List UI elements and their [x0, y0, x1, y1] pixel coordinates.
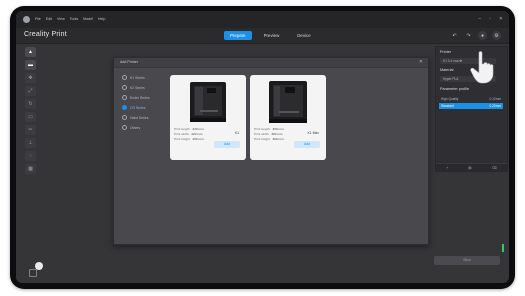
dialog-close-icon[interactable]: ✕: [419, 59, 423, 65]
series-item[interactable]: Halot Series: [122, 115, 150, 120]
menu-tools[interactable]: Tools: [70, 16, 78, 23]
printer-image: [269, 81, 307, 123]
window-controls: – ▫ ✕: [478, 15, 503, 23]
main-toolbar: Creality Print Prepare Preview Device ↶ …: [16, 28, 509, 44]
series-item[interactable]: K1 Series: [122, 75, 150, 80]
panel-footer: + ▤ ⌫: [436, 163, 507, 171]
radio-icon: [122, 75, 127, 80]
dialog-header: Add Printer ✕: [114, 58, 428, 68]
delete-icon[interactable]: ⌫: [492, 166, 497, 170]
cut-icon[interactable]: ✂: [25, 125, 36, 135]
profile-row[interactable]: Standard 0.20mm: [439, 103, 503, 109]
undo-icon[interactable]: ↶: [450, 31, 459, 40]
series-label: CR Series: [130, 105, 146, 110]
minimize-icon[interactable]: –: [478, 15, 481, 23]
printer-section-header: Printer: [440, 50, 452, 54]
measure-icon[interactable]: ▦: [25, 164, 36, 174]
material-section-header: Material: [440, 68, 454, 72]
support-icon[interactable]: ⊥: [25, 138, 36, 148]
add-printer-button[interactable]: Add: [294, 141, 320, 148]
toolbar-actions: ↶ ↷ ● ⚙: [450, 31, 501, 40]
dialog-title: Add Printer: [120, 60, 138, 64]
parameter-section-header: Parameter profile: [440, 87, 470, 91]
menu-edit[interactable]: Edit: [46, 16, 52, 23]
radio-icon: [122, 85, 127, 90]
menu-file[interactable]: File: [35, 16, 41, 23]
series-label: K2 Series: [130, 85, 145, 90]
spec-length: Print length: 300 mm: [254, 127, 284, 131]
radio-icon: [122, 115, 127, 120]
spec-width: Print width: 300 mm: [254, 132, 283, 136]
close-icon[interactable]: ✕: [499, 15, 503, 23]
printer-card[interactable]: Print length: 300 mm Print width: 300 mm P…: [250, 75, 326, 160]
account-icon[interactable]: ●: [478, 31, 487, 40]
rotate-icon[interactable]: ↻: [25, 99, 36, 109]
series-item[interactable]: Others: [122, 125, 150, 130]
printer-image: [190, 82, 226, 122]
redo-icon[interactable]: ↷: [464, 31, 473, 40]
menu-view[interactable]: View: [57, 16, 65, 23]
series-label: Others: [130, 125, 141, 130]
list-icon[interactable]: ▤: [468, 166, 471, 170]
mode-tabs: Prepare Preview Device: [224, 31, 317, 40]
spec-height: Print height: 250 mm: [174, 137, 204, 141]
plate-icon[interactable]: ▬: [25, 60, 36, 70]
series-label: K1 Series: [130, 75, 145, 80]
series-item[interactable]: Ender Series: [122, 95, 150, 100]
series-item[interactable]: CR Series: [122, 105, 150, 110]
app-logo-icon: [23, 16, 30, 23]
slice-button[interactable]: Slice: [434, 256, 500, 265]
left-toolbar: ▲ ▬ ✥ ⤢ ↻ ▭ ✂ ⊥ ◌ ▦: [25, 47, 37, 174]
add-printer-button[interactable]: Add: [214, 141, 240, 148]
menu-model[interactable]: Model: [83, 16, 93, 23]
add-profile-icon[interactable]: +: [446, 166, 448, 170]
scale-icon[interactable]: ⤢: [25, 86, 36, 96]
spec-width: Print width: 220 mm: [174, 132, 203, 136]
radio-icon: [122, 105, 127, 110]
menu-bar: File Edit View Tools Model Help: [35, 16, 105, 23]
lay-flat-icon[interactable]: ▭: [25, 112, 36, 122]
radio-icon: [122, 125, 127, 130]
printer-name: K1: [234, 131, 239, 135]
profile-row[interactable]: High Quality 0.12mm: [439, 96, 503, 102]
add-model-icon[interactable]: ▲: [25, 47, 36, 57]
app-title: Creality Print: [24, 31, 67, 38]
radio-icon: [122, 95, 127, 100]
app-window: File Edit View Tools Model Help – ▫ ✕ Cr…: [16, 11, 509, 283]
title-bar: File Edit View Tools Model Help – ▫ ✕: [16, 11, 509, 28]
tab-prepare[interactable]: Prepare: [224, 31, 252, 40]
printer-card[interactable]: Print length: 220 mm Print width: 220 mm P…: [170, 75, 246, 160]
tab-preview[interactable]: Preview: [258, 31, 286, 40]
move-icon[interactable]: ✥: [25, 73, 36, 83]
series-item[interactable]: K2 Series: [122, 85, 150, 90]
printer-series-list: K1 Series K2 Series Ender Series CR Seri…: [122, 75, 150, 130]
grid-toggle-icon[interactable]: [29, 269, 37, 277]
maximize-icon[interactable]: ▫: [489, 15, 491, 23]
series-label: Ender Series: [130, 95, 150, 100]
printer-name: K1 Max: [307, 131, 320, 135]
seam-icon[interactable]: ◌: [25, 151, 36, 161]
menu-help[interactable]: Help: [98, 16, 105, 23]
series-label: Halot Series: [130, 115, 149, 120]
status-indicator: [502, 244, 504, 252]
settings-icon[interactable]: ⚙: [492, 31, 501, 40]
pointing-hand-icon: [470, 51, 494, 84]
add-printer-dialog: Add Printer ✕ K1 Series K2 Series Ender …: [113, 57, 429, 245]
tab-device[interactable]: Device: [291, 31, 316, 40]
spec-height: Print height: 300 mm: [254, 137, 284, 141]
spec-length: Print length: 220 mm: [174, 127, 204, 131]
